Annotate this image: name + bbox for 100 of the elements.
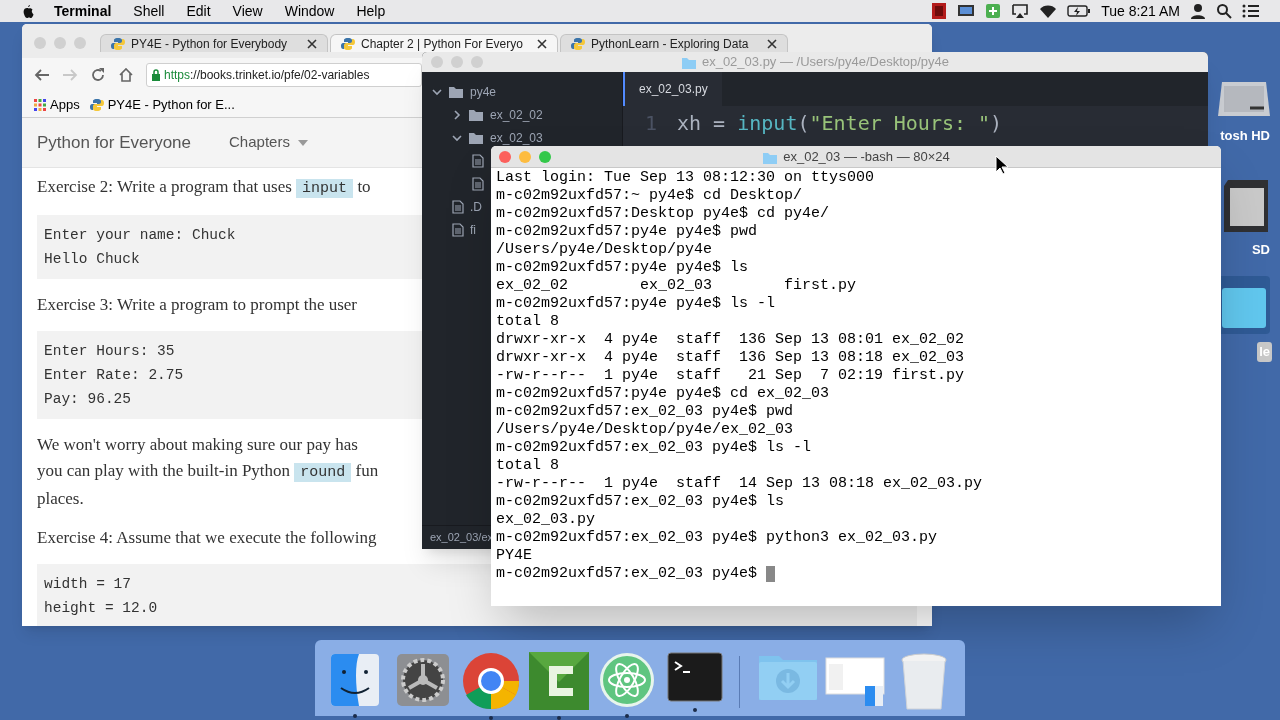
lock-icon xyxy=(151,69,161,81)
tree-item[interactable]: ex_02_02 xyxy=(490,105,543,124)
code-line: Enter your name: Chuck xyxy=(44,226,236,245)
clock[interactable]: Tue 8:21 AM xyxy=(1101,0,1180,22)
editor-tab[interactable]: ex_02_03.py xyxy=(623,72,722,106)
terminal-line: total 8 xyxy=(496,313,559,331)
battery-icon[interactable] xyxy=(1067,4,1092,18)
monitor-icon[interactable] xyxy=(957,3,976,19)
desktop-icon-label[interactable]: tosh HD xyxy=(1218,126,1272,146)
terminal-line: -rw-r--r-- 1 py4e staff 14 Sep 13 08:18 ex_02_03.py xyxy=(496,475,983,493)
letter-c-logo-icon[interactable] xyxy=(529,652,589,710)
folder-icon xyxy=(468,130,484,145)
terminal-line: m-c02m92uxfd57:ex_02_03 py4e$ pwd xyxy=(496,403,794,421)
python-icon xyxy=(111,36,125,51)
close-icon[interactable] xyxy=(767,38,777,49)
status-icon[interactable] xyxy=(931,3,948,19)
chevron-down-icon[interactable] xyxy=(432,86,442,97)
terminal-line: ex_02_03.py xyxy=(496,511,596,529)
terminal-line: m-c02m92uxfd57:ex_02_03 py4e$ xyxy=(496,565,758,583)
chevron-right-icon[interactable] xyxy=(452,109,462,120)
apps-grid-icon xyxy=(34,98,46,111)
file-icon xyxy=(472,153,484,168)
chevron-down-icon[interactable] xyxy=(452,132,462,143)
python-icon xyxy=(89,97,104,112)
tab-title: PythonLearn - Exploring Data xyxy=(591,35,750,53)
terminal-line: /Users/py4e/Desktop/py4e/ex_02_03 xyxy=(496,421,794,439)
menu-item[interactable]: Help xyxy=(356,0,386,22)
bookmark[interactable]: Apps xyxy=(34,94,80,115)
close-icon[interactable] xyxy=(307,38,317,49)
chapters-menu[interactable]: Chapters xyxy=(229,131,308,154)
browser-tab[interactable]: PythonLearn - Exploring Data xyxy=(560,34,788,52)
gear-icon[interactable] xyxy=(395,652,451,708)
caret-icon xyxy=(297,139,308,146)
tree-item[interactable]: .D xyxy=(470,197,482,216)
terminal-line: m-c02m92uxfd57:py4e py4e$ cd ex_02_03 xyxy=(496,385,830,403)
site-title[interactable]: Python for Everyone xyxy=(37,129,192,156)
paragraph: Exercise 4: Assume that we execute the following xyxy=(37,527,377,549)
close-icon[interactable] xyxy=(537,38,547,49)
code-line: Hello Chuck xyxy=(44,250,140,269)
python-icon xyxy=(341,36,355,51)
code-line: Pay: 96.25 xyxy=(44,390,131,409)
file-icon xyxy=(452,199,464,214)
menu-item[interactable]: Edit xyxy=(186,0,211,22)
menu-item[interactable]: Window xyxy=(284,0,335,22)
wifi-icon[interactable] xyxy=(1039,3,1058,19)
reload-icon[interactable] xyxy=(90,67,106,83)
bookmark[interactable]: PY4E - Python for E... xyxy=(89,94,235,115)
desktop-icon-label[interactable]: SD xyxy=(1249,240,1272,260)
terminal-line: drwxr-xr-x 4 py4e staff 136 Sep 13 08:01 ex_02_02 xyxy=(496,331,965,349)
terminal-line: ex_02_02 ex_02_03 first.py xyxy=(496,277,857,295)
menu-item[interactable]: Shell xyxy=(133,0,165,22)
mouse-pointer-icon xyxy=(995,155,1009,175)
terminal-icon[interactable] xyxy=(667,652,723,702)
code-line: width = 17 xyxy=(44,575,131,594)
menu-item[interactable]: View xyxy=(232,0,263,22)
terminal-line: total 8 xyxy=(496,457,559,475)
user-icon[interactable] xyxy=(1190,3,1206,19)
chrome-icon[interactable] xyxy=(462,652,520,710)
window-title: ex_02_03 — -bash — 80×24 xyxy=(783,147,950,166)
file-icon xyxy=(472,176,484,191)
text-cursor xyxy=(766,566,776,582)
terminal-line: m-c02m92uxfd57:Desktop py4e$ cd py4e/ xyxy=(496,205,830,223)
tab-title: PY4E - Python for Everybody xyxy=(131,35,289,53)
terminal-line: m-c02m92uxfd57:~ py4e$ cd Desktop/ xyxy=(496,187,803,205)
app-menu[interactable]: Terminal xyxy=(54,0,112,22)
folder-icon xyxy=(680,55,697,69)
airplay-icon[interactable] xyxy=(1011,3,1030,19)
list-icon[interactable] xyxy=(1242,3,1260,19)
tree-item[interactable]: fi xyxy=(470,220,476,239)
folder-icon xyxy=(468,107,484,122)
code-line: height = 12.0 xyxy=(44,599,158,618)
paragraph: Exercise 3: Write a program to prompt the user xyxy=(37,294,357,316)
terminal-line: /Users/py4e/Desktop/py4e xyxy=(496,241,713,259)
tab-title: Chapter 2 | Python For Everyo xyxy=(361,35,524,53)
terminal-line: m-c02m92uxfd57:py4e py4e$ pwd xyxy=(496,223,758,241)
terminal-line: PY4E xyxy=(496,547,532,565)
terminal-line: Last login: Tue Sep 13 08:12:30 on ttys000 xyxy=(496,169,875,187)
terminal-line: -rw-r--r-- 1 py4e staff 21 Sep 7 02:19 first.py xyxy=(496,367,965,385)
home-icon[interactable] xyxy=(118,67,134,83)
folder-icon xyxy=(448,84,464,99)
code-line: Enter Hours: 35 xyxy=(44,342,175,361)
code-line: Enter Rate: 2.75 xyxy=(44,366,184,385)
browser-tab[interactable]: PY4E - Python for Everybody xyxy=(100,34,328,52)
status-path: ex_02_03/ex xyxy=(430,530,493,546)
terminal-line: drwxr-xr-x 4 py4e staff 136 Sep 13 08:18 ex_02_03 xyxy=(496,349,965,367)
tree-item[interactable]: py4e xyxy=(470,82,497,101)
code-line: xh = input("Enter Hours: ") xyxy=(677,110,1003,137)
plus-icon[interactable] xyxy=(985,3,1002,19)
terminal-line: m-c02m92uxfd57:py4e py4e$ ls xyxy=(496,259,749,277)
paragraph: Exercise 2: Write a program that uses input to xyxy=(37,176,371,200)
paragraph: We won't worry about making sure our pay has you can play with the built-in Python round fun places. xyxy=(37,434,379,510)
tree-item[interactable]: ex_02_03 xyxy=(490,128,543,147)
browser-tab[interactable]: Chapter 2 | Python For Everyo xyxy=(330,34,558,52)
terminal-line: m-c02m92uxfd57:py4e py4e$ ls -l xyxy=(496,295,776,313)
search-icon[interactable] xyxy=(1216,3,1232,19)
finder-icon[interactable] xyxy=(329,652,381,708)
window-title: ex_02_03.py — /Users/py4e/Desktop/py4e xyxy=(701,53,950,72)
terminal-line: m-c02m92uxfd57:ex_02_03 py4e$ ls -l xyxy=(496,439,812,457)
back-icon[interactable] xyxy=(34,68,50,82)
address-bar[interactable]: https://books.trinket.io/pfe/02-variables xyxy=(146,63,422,87)
